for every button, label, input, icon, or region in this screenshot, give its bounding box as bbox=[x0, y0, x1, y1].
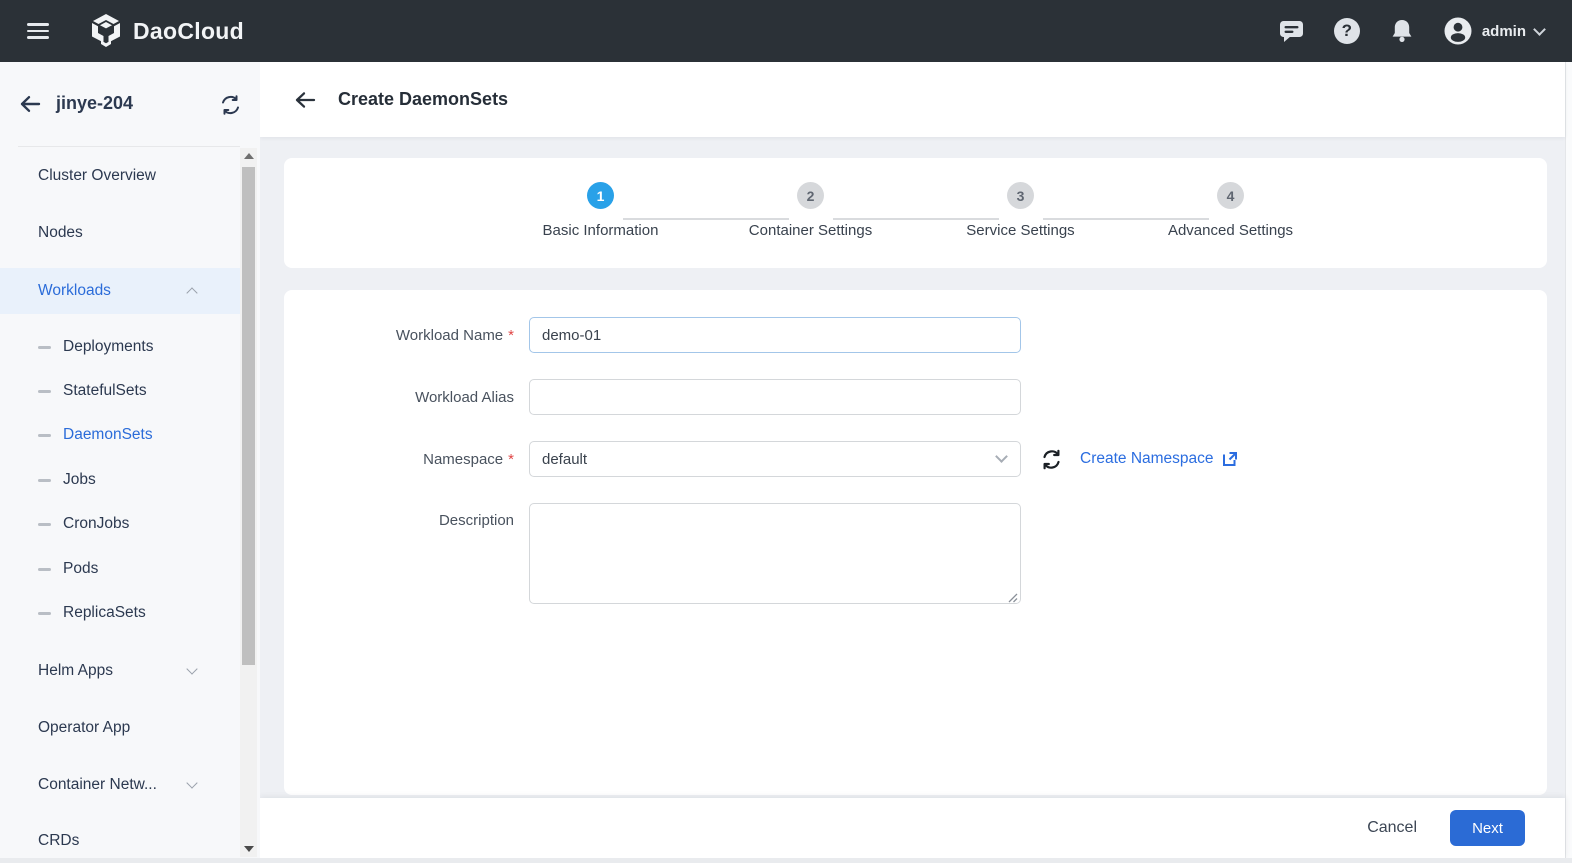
sidebar-item-jobs[interactable]: Jobs bbox=[0, 458, 240, 502]
sidebar-divider bbox=[18, 146, 240, 147]
dash-icon bbox=[38, 567, 51, 571]
messages-icon[interactable] bbox=[1278, 17, 1306, 45]
namespace-selected-value: default bbox=[542, 450, 588, 468]
sidebar-item-cluster-overview[interactable]: Cluster Overview bbox=[0, 154, 240, 198]
step-label: Service Settings bbox=[966, 222, 1075, 239]
cluster-switch-icon[interactable] bbox=[219, 94, 242, 121]
sidebar-item-container-network[interactable]: Container Netw... bbox=[0, 763, 240, 807]
sidebar-item-pods[interactable]: Pods bbox=[0, 547, 240, 591]
workload-alias-label: Workload Alias bbox=[415, 388, 514, 406]
page-header: Create DaemonSets bbox=[260, 62, 1565, 137]
next-button[interactable]: Next bbox=[1450, 810, 1525, 846]
user-avatar-icon bbox=[1444, 17, 1472, 45]
sidebar-item-daemonsets[interactable]: DaemonSets bbox=[0, 413, 240, 457]
dash-icon bbox=[38, 433, 51, 437]
user-menu[interactable]: admin bbox=[1443, 16, 1546, 46]
dash-icon bbox=[38, 478, 51, 482]
page-title: Create DaemonSets bbox=[338, 89, 509, 109]
sidebar-item-statefulsets[interactable]: StatefulSets bbox=[0, 369, 240, 413]
help-glyph: ? bbox=[1341, 21, 1352, 40]
step-number: 1 bbox=[587, 182, 614, 209]
chevron-down-icon bbox=[186, 663, 198, 675]
sidebar: jinye-204 Cluster Overview Nodes Workloa… bbox=[0, 62, 260, 863]
top-header: DaoCloud ? admin bbox=[0, 0, 1572, 62]
page-scrollbar[interactable] bbox=[1565, 62, 1572, 863]
sidebar-item-operator-app[interactable]: Operator App bbox=[0, 706, 240, 750]
chevron-down-icon bbox=[186, 777, 198, 789]
sidebar-scrollbar-thumb[interactable] bbox=[242, 167, 255, 665]
user-name: admin bbox=[1481, 22, 1526, 40]
dash-icon bbox=[38, 611, 51, 615]
step-label: Advanced Settings bbox=[1167, 222, 1294, 239]
required-asterisk: * bbox=[508, 450, 514, 468]
chevron-down-icon bbox=[1533, 22, 1546, 36]
cluster-name: jinye-204 bbox=[56, 93, 134, 113]
namespace-refresh-icon[interactable] bbox=[1040, 448, 1063, 471]
step-number: 2 bbox=[797, 182, 824, 209]
workload-alias-input[interactable] bbox=[529, 379, 1021, 415]
scroll-down-arrow-icon[interactable] bbox=[240, 841, 257, 857]
namespace-label: Namespace * bbox=[423, 450, 514, 468]
sidebar-item-deployments[interactable]: Deployments bbox=[0, 325, 240, 369]
required-asterisk: * bbox=[508, 326, 514, 344]
step-service-settings[interactable]: 3 Service Settings bbox=[916, 182, 1209, 268]
brand: DaoCloud bbox=[89, 13, 244, 49]
sidebar-item-workloads[interactable]: Workloads bbox=[0, 268, 240, 314]
external-link-icon bbox=[1222, 452, 1237, 466]
sidebar-item-helm-apps[interactable]: Helm Apps bbox=[0, 649, 240, 693]
stepper: 1 Basic Information 2 Container Settings… bbox=[284, 158, 1547, 268]
scroll-up-arrow-icon[interactable] bbox=[240, 148, 257, 164]
workload-name-input[interactable] bbox=[529, 317, 1021, 353]
sidebar-item-replicasets[interactable]: ReplicaSets bbox=[0, 591, 240, 635]
window-bottom-edge bbox=[0, 858, 1572, 863]
form-row-workload-alias: Workload Alias bbox=[284, 379, 1547, 415]
step-label: Container Settings bbox=[748, 222, 873, 239]
sidebar-item-crds[interactable]: CRDs bbox=[0, 819, 240, 863]
form-row-namespace: Namespace * default Create Namespace bbox=[284, 441, 1547, 477]
step-container-settings[interactable]: 2 Container Settings bbox=[706, 182, 999, 268]
sidebar-item-cronjobs[interactable]: CronJobs bbox=[0, 502, 240, 546]
step-number: 4 bbox=[1217, 182, 1244, 209]
create-namespace-link[interactable]: Create Namespace bbox=[1080, 450, 1239, 468]
sidebar-back-icon[interactable] bbox=[18, 93, 42, 120]
workload-name-label: Workload Name * bbox=[395, 326, 514, 344]
chevron-up-icon bbox=[186, 287, 198, 299]
chevron-down-icon bbox=[995, 450, 1008, 463]
description-label: Description bbox=[438, 512, 514, 529]
content: 1 Basic Information 2 Container Settings… bbox=[260, 137, 1565, 798]
step-label: Basic Information bbox=[542, 222, 659, 239]
namespace-select[interactable]: default bbox=[529, 441, 1021, 477]
basic-information-form: Workload Name* Workload Alias Namespace*… bbox=[284, 290, 1547, 795]
sidebar-item-nodes[interactable]: Nodes bbox=[0, 211, 240, 255]
hamburger-menu-icon[interactable] bbox=[27, 23, 49, 39]
form-footer: Cancel Next bbox=[260, 798, 1565, 858]
sidebar-scrollbar[interactable] bbox=[240, 148, 257, 857]
form-row-workload-name: Workload Name * bbox=[284, 317, 1547, 353]
daocloud-logo-icon bbox=[92, 14, 120, 47]
description-textarea[interactable] bbox=[529, 503, 1021, 604]
step-number: 3 bbox=[1007, 182, 1034, 209]
dash-icon bbox=[38, 345, 51, 349]
notifications-bell-icon[interactable] bbox=[1388, 17, 1416, 45]
page-back-icon[interactable] bbox=[294, 90, 316, 110]
step-advanced-settings[interactable]: 4 Advanced Settings bbox=[1126, 182, 1336, 268]
cancel-button[interactable]: Cancel bbox=[1367, 819, 1417, 837]
brand-name: DaoCloud bbox=[133, 17, 244, 44]
form-row-description: Description bbox=[284, 503, 1547, 609]
main-area: Create DaemonSets 1 Basic Information 2 … bbox=[260, 62, 1565, 863]
dash-icon bbox=[38, 522, 51, 526]
dash-icon bbox=[38, 389, 51, 393]
help-icon[interactable]: ? bbox=[1333, 17, 1361, 45]
step-basic-information[interactable]: 1 Basic Information bbox=[496, 182, 789, 268]
